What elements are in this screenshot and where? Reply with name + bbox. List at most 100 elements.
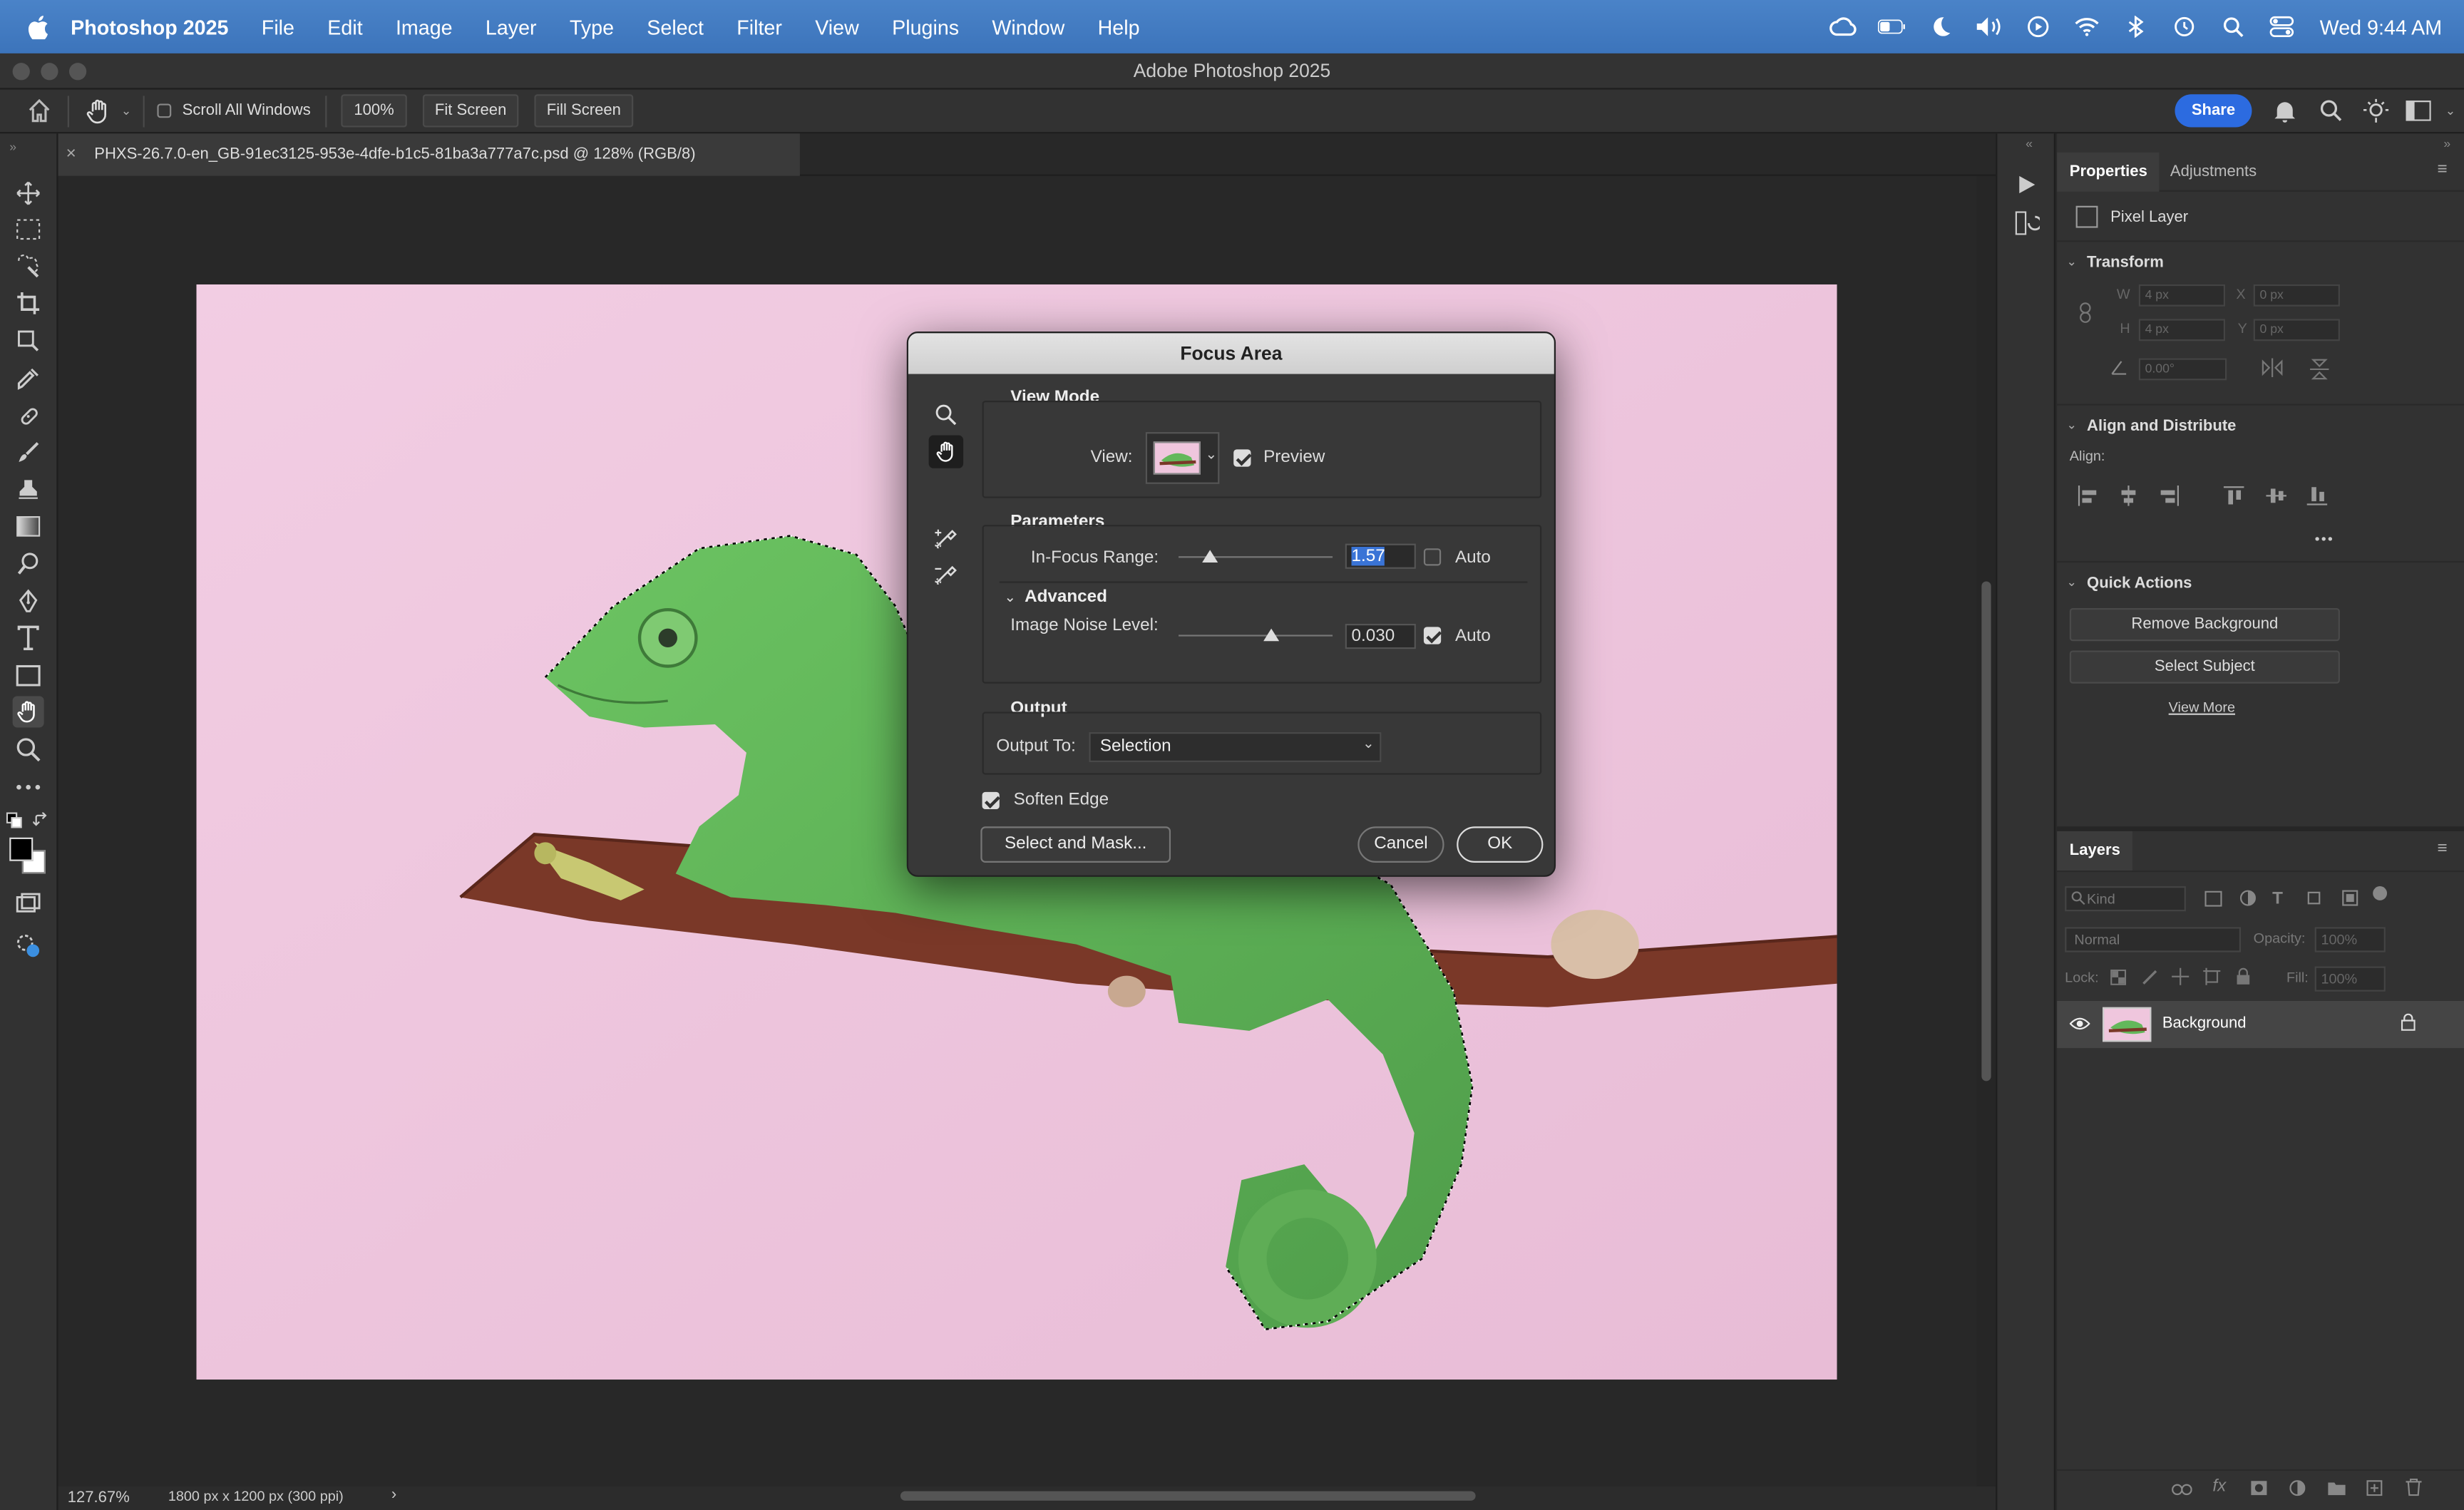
menu-window[interactable]: Window (992, 15, 1064, 38)
zoom-window-button[interactable] (68, 63, 87, 81)
output-to-select[interactable]: Selection ⌄ (1089, 732, 1382, 762)
foreground-color-swatch[interactable] (9, 837, 34, 861)
lock-artboard-icon[interactable] (2203, 967, 2221, 985)
color-swatches[interactable] (8, 836, 47, 879)
chevron-down-icon[interactable]: ⌄ (121, 103, 132, 118)
pen-tool-icon[interactable] (13, 586, 44, 617)
flip-horizontal-icon[interactable] (2262, 358, 2284, 377)
layer-row-background[interactable]: Background (2057, 1000, 2464, 1049)
swap-colors-icon[interactable] (33, 812, 48, 828)
discover-lightbulb-icon[interactable] (2363, 98, 2389, 124)
add-mask-icon[interactable] (2250, 1480, 2267, 1496)
zoom-tool-icon[interactable] (13, 734, 44, 765)
panel-menu-icon[interactable]: ≡ (2438, 160, 2448, 179)
opacity-field[interactable]: 100% (2314, 927, 2386, 952)
creative-cloud-icon[interactable] (1829, 13, 1858, 41)
remove-background-button[interactable]: Remove Background (2069, 607, 2340, 642)
search-icon[interactable] (2319, 99, 2343, 123)
notifications-bell-icon[interactable] (2274, 99, 2296, 123)
bluetooth-icon[interactable] (2122, 13, 2150, 41)
link-layers-icon[interactable] (2172, 1484, 2192, 1496)
tab-properties[interactable]: Properties (2057, 152, 2160, 192)
chevron-down-icon[interactable]: ⌄ (2445, 103, 2456, 118)
tab-adjustments[interactable]: Adjustments (2157, 153, 2269, 192)
align-left-icon[interactable] (2078, 486, 2098, 506)
chevron-down-icon[interactable]: ⌄ (1004, 590, 1016, 607)
menu-plugins[interactable]: Plugins (892, 15, 959, 38)
align-center-v-icon[interactable] (2266, 486, 2286, 506)
transform-header[interactable]: Transform (2087, 255, 2164, 272)
layer-lock-icon[interactable] (2401, 1013, 2416, 1031)
delete-layer-trash-icon[interactable] (2406, 1478, 2422, 1496)
dodge-tool-icon[interactable] (13, 548, 44, 580)
noise-level-slider-thumb[interactable] (1263, 628, 1279, 642)
align-center-h-icon[interactable] (2118, 486, 2139, 506)
preview-checkbox[interactable] (1233, 449, 1251, 467)
new-group-folder-icon[interactable] (2327, 1480, 2346, 1496)
soften-edge-checkbox[interactable] (982, 791, 1000, 810)
layer-name[interactable]: Background (2162, 1015, 2247, 1032)
collapse-panel-icon[interactable]: « (2026, 137, 2033, 151)
width-field[interactable]: 4 px (2138, 284, 2226, 307)
in-focus-range-slider-thumb[interactable] (1201, 550, 1218, 563)
chevron-down-icon[interactable]: ⌄ (2066, 255, 2077, 269)
cancel-button[interactable]: Cancel (1357, 826, 1444, 863)
home-icon[interactable] (26, 98, 51, 123)
close-tab-icon[interactable]: × (66, 133, 76, 176)
frame-tool-icon[interactable] (13, 325, 44, 356)
object-selection-tool-icon[interactable] (13, 252, 44, 283)
tab-layers[interactable]: Layers (2057, 831, 2133, 871)
in-focus-range-field[interactable]: 1.57 (1345, 543, 1416, 569)
zoom-level[interactable]: 127.67% (68, 1489, 130, 1506)
menu-image[interactable]: Image (396, 15, 453, 38)
view-mode-dropdown[interactable]: ⌄ (1145, 432, 1220, 484)
menu-filter[interactable]: Filter (736, 15, 782, 38)
close-window-button[interactable] (12, 63, 30, 81)
menu-layer[interactable]: Layer (486, 15, 537, 38)
spotlight-icon[interactable] (2219, 13, 2248, 41)
clock[interactable]: Wed 9:44 AM (2320, 15, 2443, 38)
zoom-tool-icon[interactable] (935, 404, 957, 426)
menu-edit[interactable]: Edit (327, 15, 362, 38)
fit-screen-button[interactable]: Fit Screen (422, 94, 519, 128)
ok-button[interactable]: OK (1457, 826, 1544, 863)
link-icon[interactable] (2078, 302, 2093, 324)
quick-mask-icon[interactable] (13, 930, 44, 962)
document-tab[interactable]: × PHXS-26.7.0-en_GB-91ec3125-953e-4dfe-b… (58, 133, 800, 176)
fill-field[interactable]: 100% (2314, 966, 2386, 992)
lock-transparency-icon[interactable] (2110, 969, 2127, 985)
filter-toggle-icon[interactable] (2373, 886, 2388, 900)
default-colors-icon[interactable] (6, 812, 22, 828)
menu-select[interactable]: Select (647, 15, 704, 38)
wifi-icon[interactable] (2073, 13, 2102, 41)
filter-smart-object-icon[interactable] (2341, 889, 2358, 906)
layer-filter-kind[interactable]: Kind (2065, 886, 2186, 912)
noise-level-field[interactable]: 0.030 (1345, 623, 1416, 649)
type-tool-icon[interactable] (13, 622, 44, 654)
height-field[interactable]: 4 px (2138, 319, 2226, 341)
chevron-down-icon[interactable]: ⌄ (2066, 418, 2077, 432)
collapse-panel-icon[interactable]: » (2443, 137, 2450, 151)
eye-visibility-icon[interactable] (2069, 1017, 2090, 1031)
scroll-all-checkbox[interactable] (157, 103, 172, 118)
brush-tool-icon[interactable] (13, 437, 44, 468)
menu-type[interactable]: Type (570, 15, 614, 38)
advanced-toggle[interactable]: Advanced (1025, 587, 1107, 606)
hand-tool-icon[interactable] (12, 696, 44, 728)
filter-pixel-icon[interactable] (2204, 890, 2222, 907)
rectangle-tool-icon[interactable] (13, 660, 44, 692)
hand-tool-icon[interactable] (928, 435, 964, 468)
new-adjustment-icon[interactable] (2289, 1480, 2306, 1496)
align-top-icon[interactable] (2223, 486, 2244, 506)
noise-level-slider-track[interactable] (1179, 635, 1333, 637)
control-center-icon[interactable] (2268, 13, 2296, 41)
blend-mode-select[interactable]: Normal (2065, 927, 2242, 952)
flip-vertical-icon[interactable] (2310, 359, 2329, 381)
status-menu-arrow[interactable]: › (391, 1486, 396, 1504)
vertical-scroll-thumb[interactable] (1981, 581, 1991, 1082)
select-subject-button[interactable]: Select Subject (2069, 650, 2340, 684)
chevron-down-icon[interactable]: ⌄ (2066, 575, 2077, 590)
fill-screen-button[interactable]: Fill Screen (534, 94, 634, 128)
noise-auto-checkbox[interactable] (1423, 627, 1442, 644)
more-options-icon[interactable]: ••• (2315, 531, 2334, 547)
